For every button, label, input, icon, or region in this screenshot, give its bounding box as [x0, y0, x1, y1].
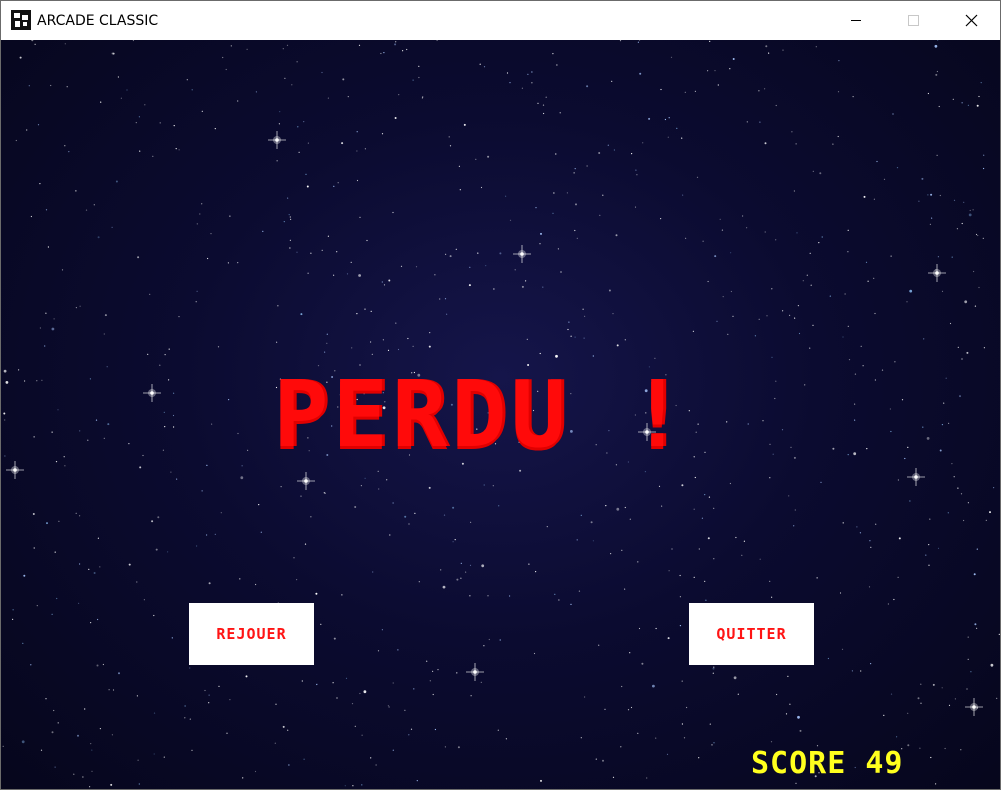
- bright-star: [6, 461, 24, 479]
- bright-star: [907, 468, 925, 486]
- quit-button[interactable]: QUITTER: [689, 603, 814, 665]
- replay-button[interactable]: REJOUER: [189, 603, 314, 665]
- maximize-icon: [908, 15, 919, 26]
- close-icon: [965, 14, 978, 27]
- bright-star: [268, 131, 286, 149]
- minimize-button[interactable]: [827, 1, 885, 40]
- minimize-icon: [851, 20, 861, 21]
- close-button[interactable]: [942, 1, 1000, 40]
- app-icon: [11, 10, 31, 30]
- replay-button-label: REJOUER: [216, 625, 287, 643]
- window-title: ARCADE CLASSIC: [37, 13, 159, 29]
- score-display: SCORE 49: [751, 746, 904, 781]
- game-canvas: PERDU ! REJOUER QUITTER SCORE 49: [1, 40, 1000, 789]
- game-window: ARCADE CLASSIC PERDU ! REJOUER QUITTER S…: [0, 0, 1001, 790]
- title-bar[interactable]: ARCADE CLASSIC: [1, 1, 1000, 40]
- bright-star: [297, 472, 315, 490]
- quit-button-label: QUITTER: [716, 625, 787, 643]
- maximize-button[interactable]: [885, 1, 943, 40]
- game-over-message: PERDU !: [273, 361, 689, 468]
- bright-star: [143, 384, 161, 402]
- bright-star: [466, 663, 484, 681]
- bright-star: [928, 264, 946, 282]
- bright-star: [965, 698, 983, 716]
- bright-star: [513, 245, 531, 263]
